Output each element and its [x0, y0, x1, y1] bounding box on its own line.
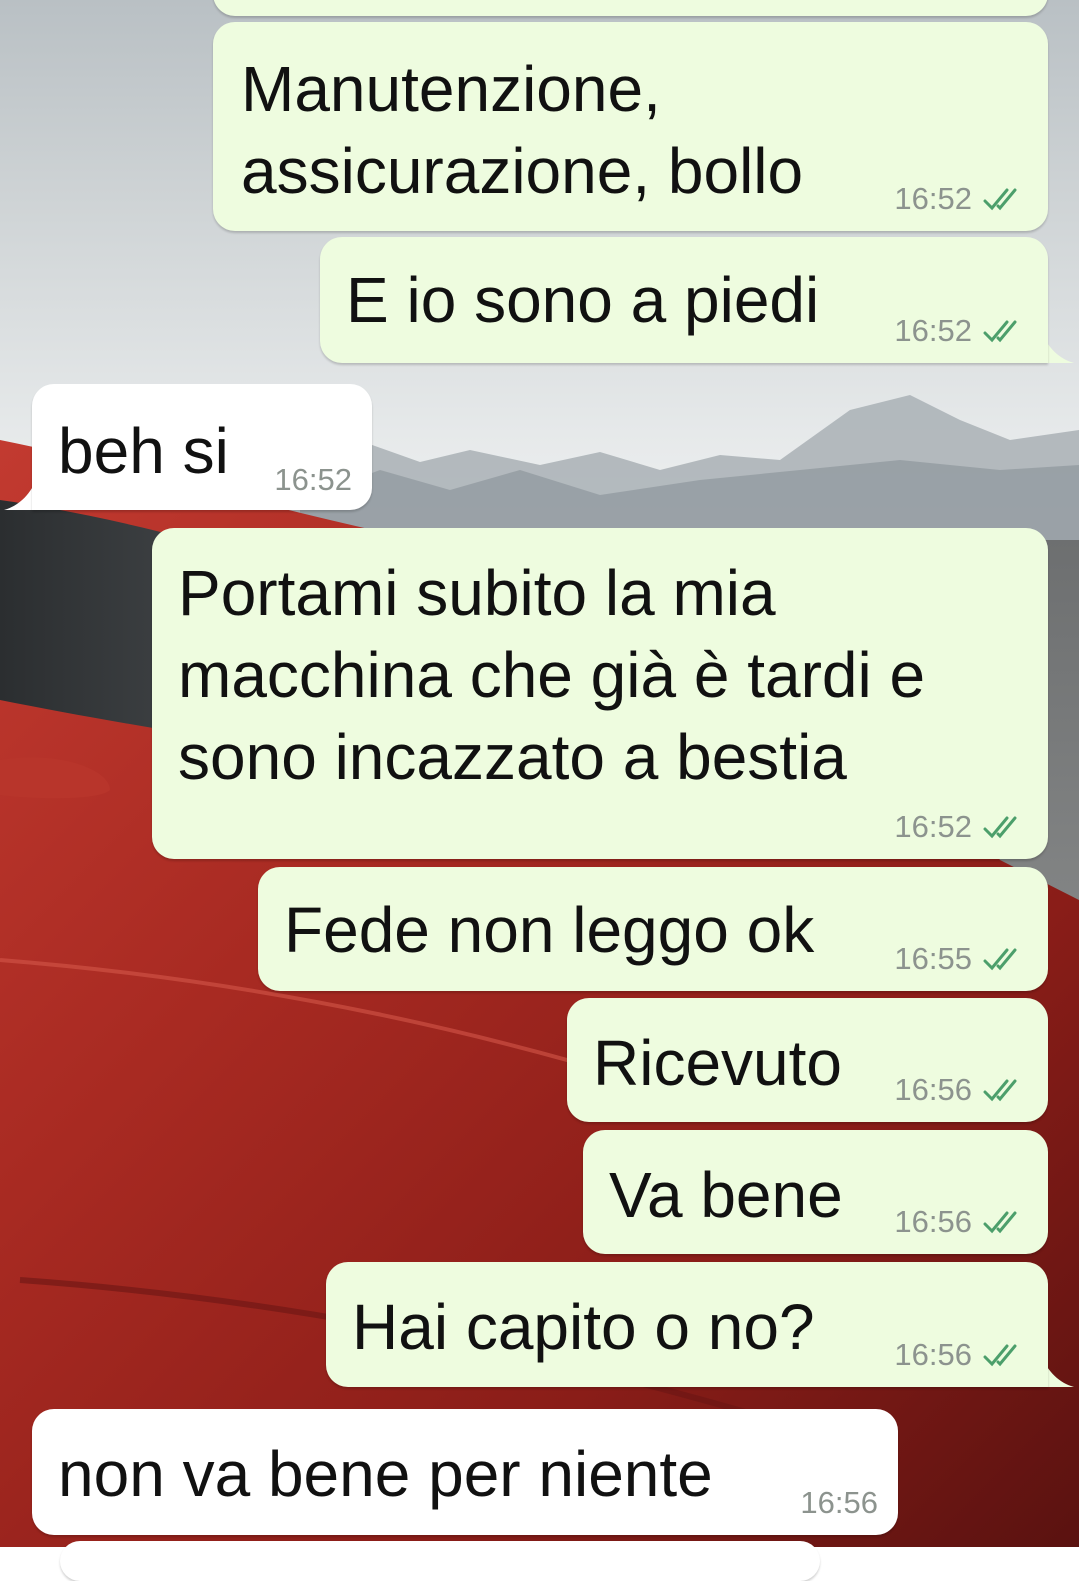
message-time: 16:56	[894, 1072, 972, 1107]
message-meta: 16:56	[894, 1072, 1028, 1108]
message-time: 16:55	[894, 941, 972, 976]
message-line: Portami subito la mia	[178, 557, 776, 629]
message-bubble-outgoing[interactable]: Fede non leggo ok 16:55	[258, 867, 1048, 991]
message-time: 16:52	[894, 313, 972, 348]
message-time: 16:52	[894, 809, 972, 844]
message-text: beh si	[58, 415, 229, 487]
message-meta: 16:52	[274, 462, 352, 498]
message-time: 16:56	[800, 1485, 878, 1520]
message-time: 16:52	[274, 462, 352, 497]
message-bubble-incoming[interactable]: non va bene per niente 16:56	[32, 1409, 898, 1535]
message-text: Ricevuto	[593, 1027, 842, 1099]
message-bubble-incoming[interactable]: beh si 16:52	[32, 384, 372, 510]
double-check-icon	[983, 1079, 1017, 1102]
double-check-icon	[983, 816, 1017, 839]
previous-message-bubble[interactable]	[213, 0, 1048, 16]
message-bubble-outgoing[interactable]: Hai capito o no? 16:56	[326, 1262, 1048, 1387]
message-meta: 16:52	[894, 181, 1028, 217]
message-meta: 16:55	[894, 941, 1028, 977]
message-line: macchina che già è tardi e	[178, 639, 926, 711]
message-bubble-outgoing[interactable]: E io sono a piedi 16:52	[320, 237, 1048, 363]
message-line: assicurazione, bollo	[241, 135, 804, 207]
message-meta: 16:56	[800, 1485, 878, 1521]
message-bubble-outgoing[interactable]: Va bene 16:56	[583, 1130, 1048, 1254]
next-message-bubble[interactable]	[60, 1541, 820, 1581]
message-bubble-outgoing[interactable]: Manutenzione, assicurazione, bollo 16:52	[213, 22, 1048, 231]
message-time: 16:52	[894, 181, 972, 216]
message-bubble-outgoing[interactable]: Ricevuto 16:56	[567, 998, 1048, 1122]
message-meta: 16:52	[894, 809, 1028, 845]
message-text: Portami subito la mia macchina che già è…	[178, 552, 925, 798]
double-check-icon	[983, 188, 1017, 211]
message-meta: 16:52	[894, 313, 1028, 349]
double-check-icon	[983, 320, 1017, 343]
message-bubble-outgoing[interactable]: Portami subito la mia macchina che già è…	[152, 528, 1048, 859]
double-check-icon	[983, 1211, 1017, 1234]
message-text: E io sono a piedi	[346, 264, 820, 336]
message-text: Hai capito o no?	[352, 1291, 815, 1363]
message-meta: 16:56	[894, 1204, 1028, 1240]
message-line: sono incazzato a bestia	[178, 721, 847, 793]
message-text: Fede non leggo ok	[284, 894, 815, 966]
double-check-icon	[983, 948, 1017, 971]
message-text: non va bene per niente	[58, 1438, 713, 1510]
double-check-icon	[983, 1344, 1017, 1367]
message-line: Manutenzione,	[241, 53, 661, 125]
message-meta: 16:56	[894, 1337, 1028, 1373]
message-time: 16:56	[894, 1204, 972, 1239]
message-text: Manutenzione, assicurazione, bollo	[241, 48, 803, 212]
message-text: Va bene	[609, 1159, 843, 1231]
message-time: 16:56	[894, 1337, 972, 1372]
